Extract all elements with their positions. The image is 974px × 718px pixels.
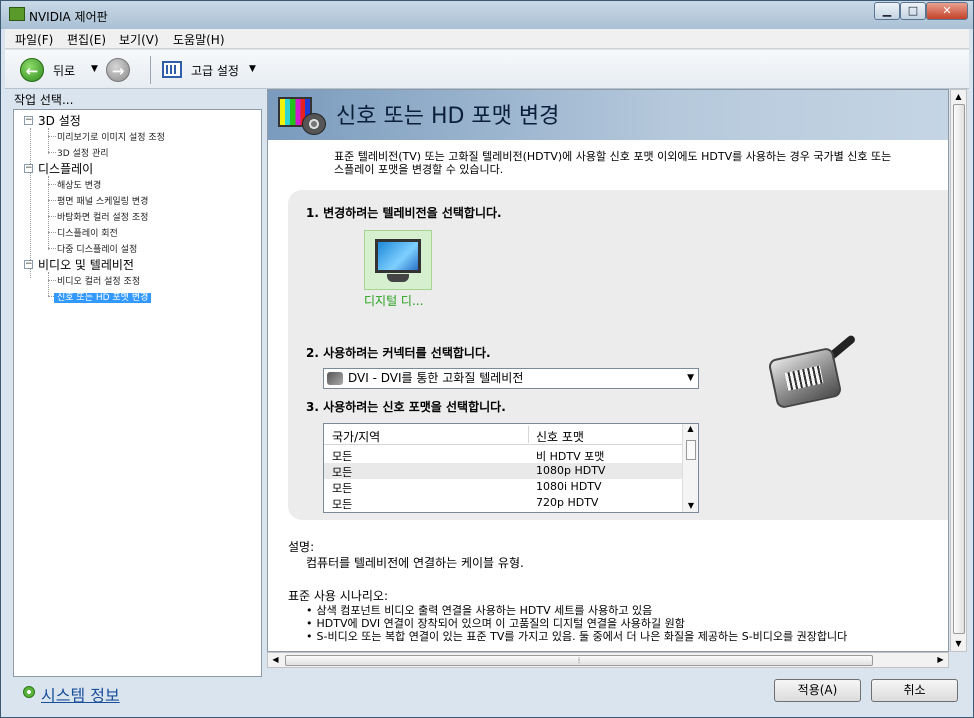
description-text: 컴퓨터를 텔레비전에 연결하는 케이블 유형. <box>306 556 524 570</box>
toolbar: ← 뒤로 ▼ → 고급 설정 ▼ <box>5 50 969 89</box>
dropdown-arrow-icon: ▼ <box>687 373 694 383</box>
row-region: 모든 <box>332 466 353 479</box>
menu-file[interactable]: 파일(F) <box>15 31 53 48</box>
intro-line-1: 표준 텔레비전(TV) 또는 고화질 텔레비전(HDTV)에 사용할 신호 포맷… <box>334 150 892 163</box>
scenario-item: 삼색 컴포넌트 비디오 출력 연결을 사용하는 HDTV 세트를 사용하고 있음 <box>306 604 653 617</box>
back-button-label[interactable]: 뒤로 <box>53 62 75 79</box>
row-region: 모든 <box>332 498 353 511</box>
scroll-right-icon[interactable]: ▶ <box>933 653 948 667</box>
list-row[interactable]: 모든 1080i HDTV <box>324 479 682 495</box>
advanced-settings-icon[interactable] <box>162 61 182 78</box>
menu-view[interactable]: 보기(V) <box>119 31 159 48</box>
cancel-button[interactable]: 취소 <box>871 679 958 702</box>
tree-group-display[interactable]: 디스플레이 <box>38 160 93 177</box>
scenario-item: HDTV에 DVI 연결이 장착되어 있으며 이 고품질의 디지털 연결을 사용… <box>306 617 685 630</box>
film-reel-icon <box>302 113 326 135</box>
connector-dropdown[interactable]: DVI - DVI를 통한 고화질 텔레비전 ▼ <box>323 368 699 389</box>
row-region: 모든 <box>332 450 353 463</box>
scenarios-label: 표준 사용 시나리오: <box>288 589 388 603</box>
page-title: 신호 또는 HD 포맷 변경 <box>336 104 560 129</box>
settings-panel: 1. 변경하려는 텔레비전을 선택합니다. 디지털 디... 2. 사용하려는 … <box>288 190 948 520</box>
system-info-link[interactable]: 시스템 정보 <box>41 682 120 706</box>
description-label: 설명: <box>288 540 315 554</box>
tree-item-video-color[interactable]: 비디오 컬러 설정 조정 <box>57 274 140 287</box>
page-banner: 신호 또는 HD 포맷 변경 <box>268 90 948 140</box>
step1-heading: 1. 변경하려는 텔레비전을 선택합니다. <box>306 206 502 220</box>
row-region: 모든 <box>332 482 353 495</box>
row-format: 1080i HDTV <box>536 480 602 493</box>
collapse-3d-icon[interactable]: − <box>24 116 33 125</box>
back-dropdown-icon[interactable]: ▼ <box>91 64 98 74</box>
intro-text: 표준 텔레비전(TV) 또는 고화질 텔레비전(HDTV)에 사용할 신호 포맷… <box>334 150 948 176</box>
vertical-scrollbar[interactable]: ▲ ▼ <box>950 89 967 652</box>
minimize-button[interactable]: ▁ <box>874 2 900 20</box>
tree-item-desktop-color[interactable]: 바탕화면 컬러 설정 조정 <box>57 210 148 223</box>
signal-format-list[interactable]: 국가/지역 신호 포맷 모든 비 HDTV 포맷 모든 1080p HDTV 모… <box>323 423 699 513</box>
horizontal-scroll-thumb[interactable]: ⦙ <box>285 655 873 666</box>
main-window: NVIDIA 제어판 ▁ □ ✕ 파일(F) 편집(E) 보기(V) 도움말(H… <box>0 0 974 718</box>
tv-select-tile[interactable] <box>364 230 432 290</box>
monitor-icon <box>375 239 421 273</box>
list-header: 국가/지역 신호 포맷 <box>324 424 682 445</box>
intro-line-2: 스플레이 포맷을 변경할 수 있습니다. <box>334 163 504 176</box>
tree-group-3d[interactable]: 3D 설정 <box>38 112 81 129</box>
column-format[interactable]: 신호 포맷 <box>536 428 584 445</box>
advanced-dropdown-icon[interactable]: ▼ <box>249 64 256 74</box>
list-scroll-thumb[interactable] <box>685 440 696 460</box>
title-bar: NVIDIA 제어판 ▁ □ ✕ <box>1 1 973 29</box>
row-format: 1080p HDTV <box>536 464 606 477</box>
close-button[interactable]: ✕ <box>926 2 968 20</box>
row-format: 720p HDTV <box>536 496 599 509</box>
tree-item-display-rotation[interactable]: 디스플레이 회전 <box>57 226 118 239</box>
menu-edit[interactable]: 편집(E) <box>67 31 106 48</box>
row-format: 비 HDTV 포맷 <box>536 450 605 463</box>
tree-item-preview[interactable]: 미리보기로 이미지 설정 조정 <box>57 130 165 143</box>
tree-item-resolution[interactable]: 해상도 변경 <box>57 178 101 191</box>
tree-item-signal-hd-format[interactable]: 신호 또는 HD 포맷 변경 <box>54 290 152 303</box>
advanced-settings-button[interactable]: 고급 설정 <box>191 62 239 79</box>
list-row-selected[interactable]: 모든 1080p HDTV <box>324 463 682 479</box>
list-row[interactable]: 모든 720p HDTV <box>324 495 682 511</box>
dvi-connector-image <box>767 346 843 410</box>
nvidia-app-icon <box>9 7 25 21</box>
back-arrow-icon[interactable]: ← <box>20 58 44 82</box>
scroll-up-icon[interactable]: ▲ <box>683 424 698 438</box>
menu-help[interactable]: 도움말(H) <box>173 31 225 48</box>
collapse-display-icon[interactable]: − <box>24 164 33 173</box>
plug-icon <box>327 372 343 385</box>
tree-item-3d-manage[interactable]: 3D 설정 관리 <box>57 146 109 159</box>
forward-arrow-icon[interactable]: → <box>106 58 130 82</box>
step3-heading: 3. 사용하려는 신호 포맷을 선택합니다. <box>306 400 506 414</box>
horizontal-scrollbar[interactable]: ◀ ⦙ ▶ <box>267 652 949 668</box>
menu-bar: 파일(F) 편집(E) 보기(V) 도움말(H) <box>5 29 969 49</box>
scroll-left-icon[interactable]: ◀ <box>268 653 283 667</box>
collapse-video-icon[interactable]: − <box>24 260 33 269</box>
selected-tree-label: 신호 또는 HD 포맷 변경 <box>54 293 152 303</box>
list-scrollbar[interactable]: ▲ ▼ <box>682 424 698 512</box>
task-tree: − 3D 설정 미리보기로 이미지 설정 조정 3D 설정 관리 − 디스플레이… <box>13 109 262 677</box>
window-title: NVIDIA 제어판 <box>29 10 108 24</box>
apply-button[interactable]: 적용(A) <box>774 679 861 702</box>
maximize-button[interactable]: □ <box>900 2 926 20</box>
scroll-down-icon[interactable]: ▼ <box>951 637 966 651</box>
scroll-up-icon[interactable]: ▲ <box>951 90 966 104</box>
tree-group-video-tv[interactable]: 비디오 및 텔레비전 <box>38 256 134 273</box>
tree-item-multi-display[interactable]: 다중 디스플레이 설정 <box>57 242 137 255</box>
system-info-icon[interactable] <box>23 686 35 698</box>
content-pane: 신호 또는 HD 포맷 변경 표준 텔레비전(TV) 또는 고화질 텔레비전(H… <box>267 89 949 652</box>
scroll-down-icon[interactable]: ▼ <box>683 501 698 510</box>
tv-label[interactable]: 디지털 디... <box>364 292 423 309</box>
list-row[interactable]: 모든 비 HDTV 포맷 <box>324 447 682 463</box>
scenario-item: S-비디오 또는 복합 연결이 있는 표준 TV를 가지고 있음. 둘 중에서 … <box>306 630 848 643</box>
step2-heading: 2. 사용하려는 커넥터를 선택합니다. <box>306 346 491 360</box>
column-region[interactable]: 국가/지역 <box>332 428 380 445</box>
vertical-scroll-thumb[interactable] <box>953 104 965 634</box>
connector-value: DVI - DVI를 통한 고화질 텔레비전 <box>348 371 524 385</box>
task-select-heading: 작업 선택... <box>14 93 74 107</box>
monitor-stand <box>387 274 409 282</box>
tree-item-flat-panel-scaling[interactable]: 평면 패널 스케일링 변경 <box>57 194 148 207</box>
toolbar-separator <box>150 56 151 84</box>
